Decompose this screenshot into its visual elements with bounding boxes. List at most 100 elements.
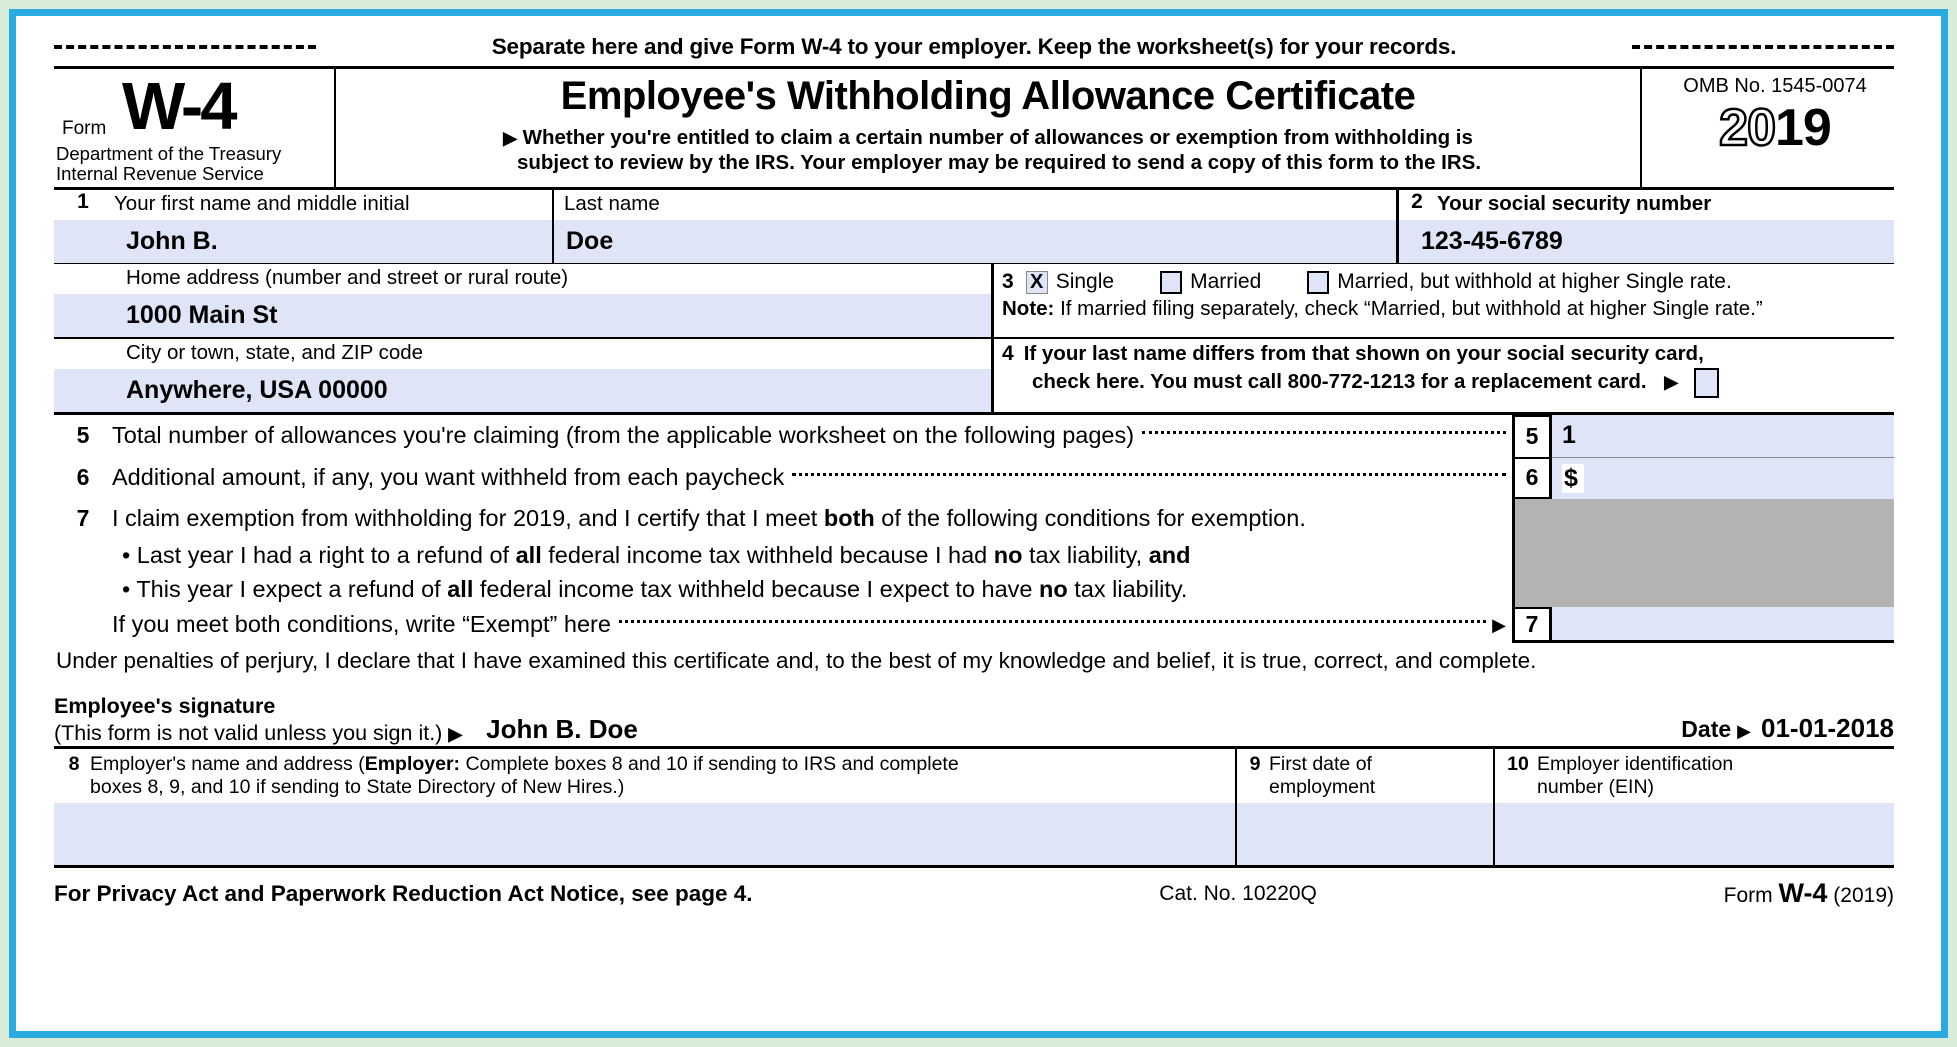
line7-intro-post: of the following conditions for exemptio… xyxy=(874,505,1306,532)
subtitle-arrow-icon: ▶ xyxy=(503,128,517,149)
line-7-number: 7 xyxy=(76,505,90,532)
line10-input[interactable] xyxy=(1495,802,1894,865)
name-ssn-row: 1 Your first name and middle initial Joh… xyxy=(54,190,1894,264)
line5-value-input[interactable]: 1 xyxy=(1552,414,1894,457)
line7-bullet2-mid: federal income tax withheld because I ex… xyxy=(473,576,1040,603)
department-line-2: Internal Revenue Service xyxy=(56,163,264,184)
line10-label-line-2: number (EIN) xyxy=(1537,775,1655,798)
line-5-number: 5 xyxy=(76,422,90,449)
line7-bullet1-pre: • Last year I had a right to a refund of xyxy=(122,542,516,569)
checkbox-married-higher-single-rate[interactable] xyxy=(1307,270,1330,294)
line7-exempt-text: If you meet both conditions, write “Exem… xyxy=(112,611,611,638)
last-name-cell: Last name Doe xyxy=(554,190,1399,263)
line7-bullet2-pre: • This year I expect a refund of xyxy=(122,576,448,603)
line8-label-bold: Employer: xyxy=(364,752,461,775)
line8-label-text: Employer's name and address (Employer: C… xyxy=(90,753,959,799)
filing-status-note: Note: If married filing separately, chec… xyxy=(994,294,1894,321)
line-6-number: 6 xyxy=(76,464,90,491)
line7-bullet1-post: tax liability, xyxy=(1022,542,1149,569)
line9-cell: 9 First date of employment xyxy=(1237,748,1495,865)
line10-label-text: Employer identification number (EIN) xyxy=(1537,753,1733,799)
last-name-input[interactable]: Doe xyxy=(554,219,1396,263)
omb-block: OMB No. 1545-0074 2019 xyxy=(1642,69,1894,187)
line-10-number: 10 xyxy=(1507,752,1529,775)
form-body: Form W-4 Department of the Treasury Inte… xyxy=(54,66,1894,920)
line7-bullet2-bold-all: all xyxy=(447,576,474,603)
line-9-number: 9 xyxy=(1249,752,1261,775)
line9-label-line-1: First date of xyxy=(1269,752,1372,775)
form-inner: Separate here and give Form W-4 to your … xyxy=(54,28,1894,1023)
address-status-row: Home address (number and street or rural… xyxy=(54,264,1894,339)
filing-status-cell: 3 X Single Married Married, but withhold… xyxy=(994,264,1894,337)
catalog-number: Cat. No. 10220Q xyxy=(1159,881,1317,905)
line6-value-input[interactable]: $ xyxy=(1552,456,1894,499)
first-name-input[interactable]: John B. xyxy=(54,219,552,263)
line7-bullet-1: • Last year I had a right to a refund of… xyxy=(112,542,1191,569)
line4-text: 4 If your last name differs from that sho… xyxy=(994,339,1894,398)
ssn-label: Your social security number xyxy=(1437,192,1712,215)
line-8-number: 8 xyxy=(68,752,80,775)
signature-label-line-1: Employee's signature xyxy=(54,694,276,719)
line7-bullet-2: • This year I expect a refund of all fed… xyxy=(112,576,1187,603)
tax-year-prefix: 20 xyxy=(1718,99,1777,157)
perjury-statement: Under penalties of perjury, I declare th… xyxy=(56,647,1537,673)
line7-exempt-row: If you meet both conditions, write “Exem… xyxy=(54,607,1512,643)
line7-bullet2-row: • This year I expect a refund of all fed… xyxy=(54,573,1512,607)
tax-year-suffix: 19 xyxy=(1775,99,1832,157)
line-3-number: 3 xyxy=(1002,270,1014,293)
footer-form-year: (2019) xyxy=(1833,884,1894,908)
home-address-input[interactable]: 1000 Main St xyxy=(54,293,991,337)
last-name-label: Last name xyxy=(564,192,660,215)
form-number-title: W-4 xyxy=(122,69,237,144)
form-identity-block: Form W-4 Department of the Treasury Inte… xyxy=(54,69,336,187)
signature-row: Employee's signature (This form is not v… xyxy=(54,674,1894,746)
line6-row: 6 Additional amount, if any, you want wi… xyxy=(54,456,1894,499)
line7-leader-dots xyxy=(618,619,1487,623)
separate-dash-right xyxy=(1632,45,1894,49)
line9-label: 9 First date of employment xyxy=(1237,749,1493,799)
form-page: Separate here and give Form W-4 to your … xyxy=(16,16,1941,1031)
line7-bullet2-bold-no: no xyxy=(1039,576,1068,603)
first-name-cell: 1 Your first name and middle initial Joh… xyxy=(54,190,554,263)
line7-arrow-icon: ▶ xyxy=(1492,614,1506,635)
line7-bullet1-mid: federal income tax withheld because I ha… xyxy=(541,542,994,569)
line5-box-number: 5 xyxy=(1512,414,1552,457)
date-arrow-icon: ▶ xyxy=(1737,720,1751,741)
line5-text: Total number of allowances you're claimi… xyxy=(112,422,1135,449)
city-label: City or town, state, and ZIP code xyxy=(126,340,424,364)
line6-text: Additional amount, if any, you want with… xyxy=(112,464,785,491)
line8-label: 8 Employer's name and address (Employer:… xyxy=(54,749,1235,799)
form-subtitle-line-1: Whether you're entitled to claim a certa… xyxy=(522,126,1473,150)
city-cell: City or town, state, and ZIP code Anywhe… xyxy=(54,338,994,412)
tax-year: 2019 xyxy=(1656,99,1894,157)
date-input[interactable]: 01-01-2018 xyxy=(1751,713,1894,744)
ssn-input[interactable]: 123-45-6789 xyxy=(1399,219,1894,263)
line7-value-input[interactable] xyxy=(1552,606,1894,643)
line8-input[interactable] xyxy=(54,802,1235,865)
omb-number: OMB No. 1545-0074 xyxy=(1683,75,1867,97)
footer-form-word: Form xyxy=(1723,884,1773,908)
checkbox-married[interactable] xyxy=(1160,270,1183,294)
city-line4-row: City or town, state, and ZIP code Anywhe… xyxy=(54,338,1894,415)
line9-input[interactable] xyxy=(1237,802,1493,865)
checkbox-name-differs[interactable] xyxy=(1693,367,1719,398)
employer-section: 8 Employer's name and address (Employer:… xyxy=(54,745,1894,868)
checkbox-married-label: Married xyxy=(1190,270,1262,293)
line5-row: 5 Total number of allowances you're clai… xyxy=(54,414,1894,457)
line4-arrow-icon: ▶ xyxy=(1664,372,1679,393)
signature-input[interactable]: John B. Doe xyxy=(462,714,638,746)
footer-form-number: W-4 xyxy=(1778,878,1828,909)
line6-leader-dots xyxy=(792,472,1506,476)
form-subtitle-line-2: subject to review by the IRS. Your emplo… xyxy=(516,151,1482,175)
line7-box-number: 7 xyxy=(1512,606,1552,643)
form-title-block: Employee's Withholding Allowance Certifi… xyxy=(336,69,1642,187)
line8-cell: 8 Employer's name and address (Employer:… xyxy=(54,748,1237,865)
city-input[interactable]: Anywhere, USA 00000 xyxy=(54,368,991,412)
checkbox-married-higher-single-rate-label: Married, but withhold at higher Single r… xyxy=(1337,270,1732,293)
home-address-label: Home address (number and street or rural… xyxy=(126,266,569,289)
line-2-number: 2 xyxy=(1411,190,1423,213)
line7-bullet2-post: tax liability. xyxy=(1067,576,1188,603)
line7-bullet1-row: • Last year I had a right to a refund of… xyxy=(54,539,1512,573)
line6-currency-symbol: $ xyxy=(1562,463,1584,493)
checkbox-single[interactable]: X xyxy=(1025,270,1048,294)
